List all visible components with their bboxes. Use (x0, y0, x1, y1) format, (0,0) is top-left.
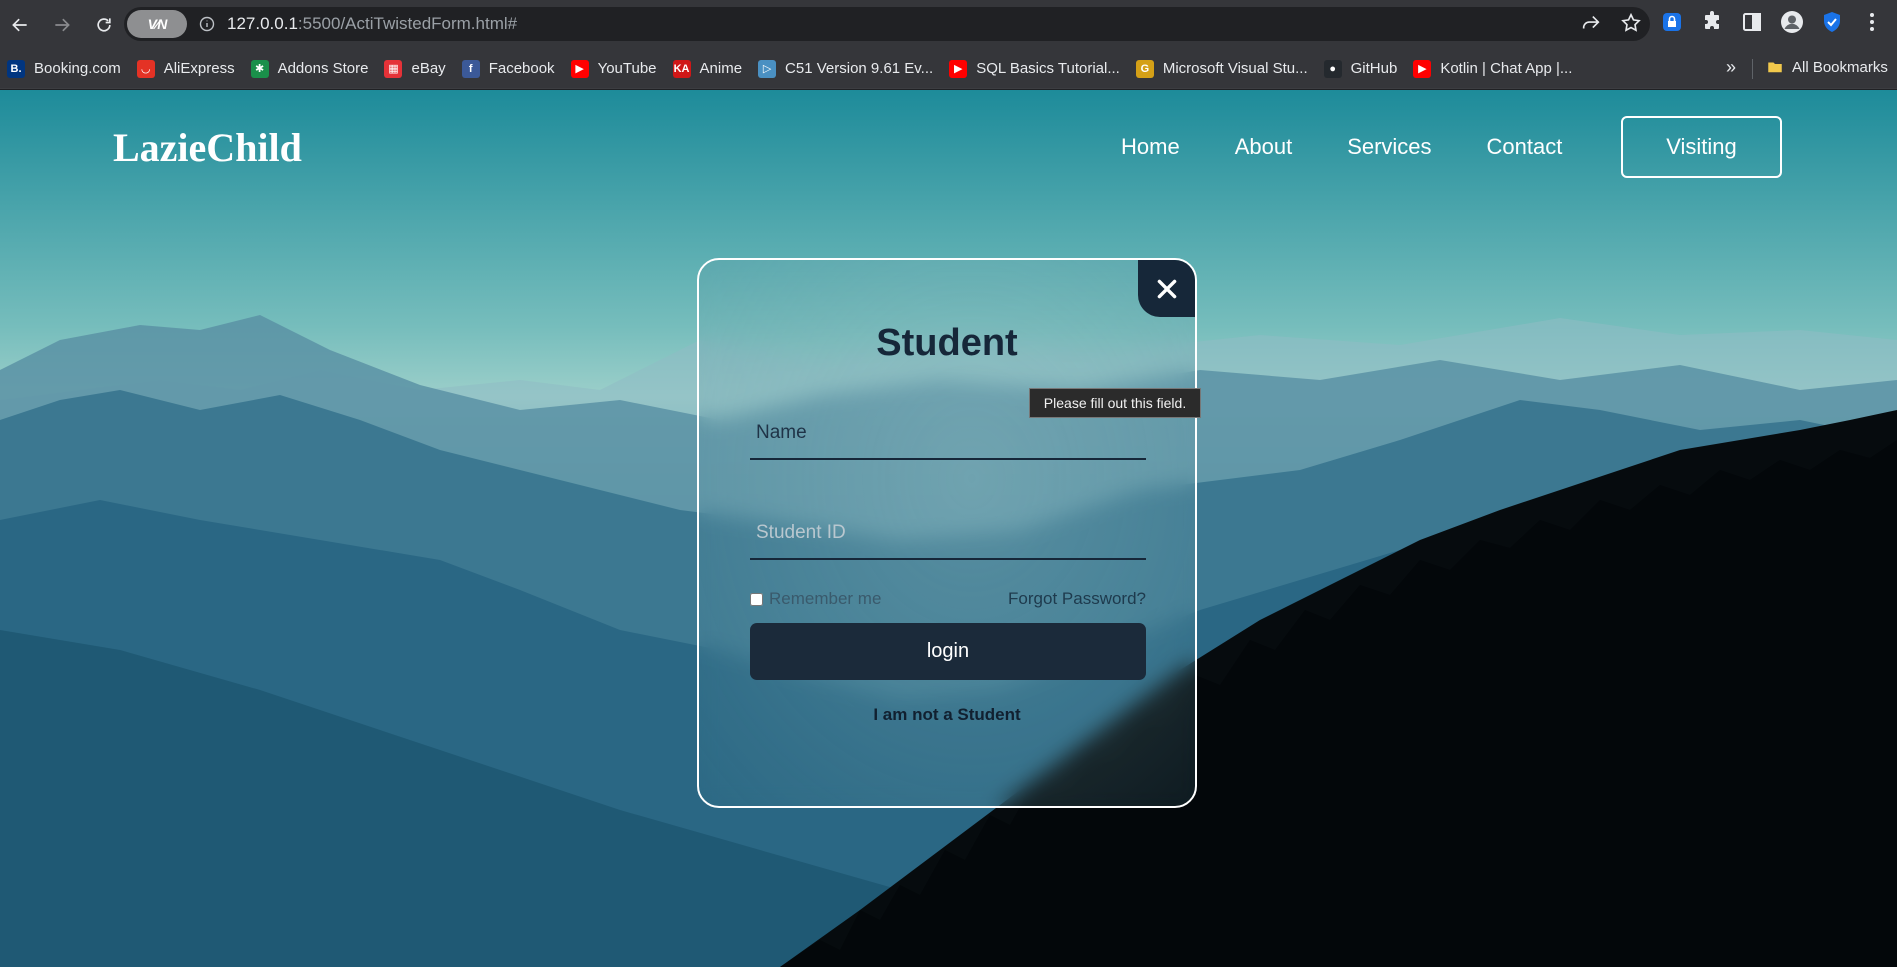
facebook-icon: f (461, 59, 480, 78)
student-id-field-wrapper (750, 508, 1146, 560)
student-login-modal: Student Remember me Forgot Password? log… (697, 258, 1197, 808)
anime-icon: KA (672, 59, 691, 78)
aliexpress-icon: ◡ (136, 59, 155, 78)
nav-about[interactable]: About (1235, 134, 1293, 160)
bookmark-label: Anime (699, 60, 743, 77)
bookmark-item[interactable]: ▶ Kotlin | Chat App |... (1413, 59, 1573, 78)
remember-checkbox[interactable] (750, 592, 763, 606)
reload-icon[interactable] (90, 11, 118, 39)
back-icon[interactable] (6, 11, 34, 39)
not-student-link[interactable]: I am not a Student (699, 705, 1195, 725)
bookmark-item[interactable]: f Facebook (461, 59, 555, 78)
github-icon: ● (1323, 59, 1342, 78)
bookmark-item[interactable]: ✱ Addons Store (250, 59, 369, 78)
share-icon[interactable] (1580, 12, 1602, 34)
bookmark-label: Booking.com (34, 60, 121, 77)
bookmark-label: Kotlin | Chat App |... (1440, 60, 1573, 77)
modal-title: Student (876, 322, 1018, 364)
remember-row: Remember me Forgot Password? (750, 589, 1146, 609)
url-path: :5500/ActiTwistedForm.html# (297, 14, 518, 33)
bookmark-label: Microsoft Visual Stu... (1162, 60, 1308, 77)
bookmark-item[interactable]: ◡ AliExpress (136, 59, 235, 78)
bookmark-label: eBay (411, 60, 446, 77)
google-icon: G (1135, 59, 1154, 78)
bookmark-label: GitHub (1350, 60, 1398, 77)
password-manager-icon[interactable] (1660, 10, 1684, 34)
nav-home[interactable]: Home (1121, 134, 1180, 160)
bookmark-item[interactable]: ▶ SQL Basics Tutorial... (949, 59, 1120, 78)
login-button[interactable]: login (750, 623, 1146, 680)
remember-label[interactable]: Remember me (769, 589, 881, 609)
profile-icon[interactable] (1780, 10, 1804, 34)
close-icon (1157, 279, 1176, 298)
shield-icon[interactable] (1820, 10, 1844, 34)
bookmark-item[interactable]: G Microsoft Visual Stu... (1135, 59, 1308, 78)
bookmarks-overflow-icon[interactable]: » (1726, 57, 1736, 78)
remember-wrap: Remember me (750, 589, 881, 609)
forward-icon[interactable] (48, 11, 76, 39)
bookmark-label: SQL Basics Tutorial... (976, 60, 1120, 77)
nav-contact[interactable]: Contact (1487, 134, 1563, 160)
ebay-icon: ▦ (384, 59, 403, 78)
validation-tooltip: Please fill out this field. (1029, 388, 1201, 418)
all-bookmarks-label: All Bookmarks (1792, 58, 1888, 76)
info-icon[interactable] (199, 16, 215, 32)
all-bookmarks-button[interactable]: All Bookmarks (1766, 58, 1888, 76)
menu-icon[interactable] (1860, 10, 1884, 34)
addons-icon: ✱ (250, 59, 269, 78)
site-nav: Home About Services Contact (1121, 134, 1617, 160)
folder-icon (1768, 62, 1782, 73)
bookmark-item[interactable]: B. Booking.com (7, 59, 121, 78)
visiting-button[interactable]: Visiting (1621, 116, 1782, 178)
browser-toolbar: V∕N 127.0.0.1:5500/ActiTwistedForm.html# (0, 0, 1897, 49)
bookmark-label: YouTube (597, 60, 657, 77)
forgot-password-link[interactable]: Forgot Password? (1008, 589, 1146, 609)
vpn-badge[interactable]: V∕N (127, 10, 187, 38)
nav-services[interactable]: Services (1347, 134, 1431, 160)
bookmark-label: AliExpress (163, 60, 235, 77)
c51-icon: ▷ (758, 59, 777, 78)
bookmark-item[interactable]: KA Anime (672, 59, 743, 78)
bookmarks-bar: B. Booking.com ◡ AliExpress ✱ Addons Store ▦ eB… (0, 49, 1897, 89)
youtube-icon: ▶ (570, 59, 589, 78)
address-bar[interactable]: V∕N 127.0.0.1:5500/ActiTwistedForm.html# (124, 7, 1650, 41)
close-button[interactable] (1138, 260, 1195, 317)
bookmark-item[interactable]: ● GitHub (1323, 59, 1398, 78)
bookmark-label: C51 Version 9.61 Ev... (785, 60, 934, 77)
bookmark-item[interactable]: ▷ C51 Version 9.61 Ev... (758, 59, 934, 78)
star-icon[interactable] (1620, 12, 1642, 34)
page-viewport: LazieChild Home About Services Contact V… (0, 90, 1897, 967)
site-logo[interactable]: LazieChild (113, 124, 302, 171)
side-panel-icon[interactable] (1740, 10, 1764, 34)
bookmark-item[interactable]: ▦ eBay (384, 59, 446, 78)
site-header: LazieChild Home About Services Contact V… (0, 90, 1897, 210)
booking-icon: B. (7, 59, 25, 78)
url-text[interactable]: 127.0.0.1:5500/ActiTwistedForm.html# (227, 14, 517, 34)
bookmark-label: Facebook (488, 60, 555, 77)
bookmarks-divider (1752, 59, 1753, 79)
bookmark-item[interactable]: ▶ YouTube (570, 59, 657, 78)
url-host: 127.0.0.1 (227, 14, 298, 33)
youtube-icon: ▶ (1413, 59, 1432, 78)
bookmark-label: Addons Store (277, 60, 369, 77)
extensions-icon[interactable] (1700, 10, 1724, 34)
student-id-input[interactable] (750, 508, 1146, 558)
youtube-icon: ▶ (949, 59, 968, 78)
